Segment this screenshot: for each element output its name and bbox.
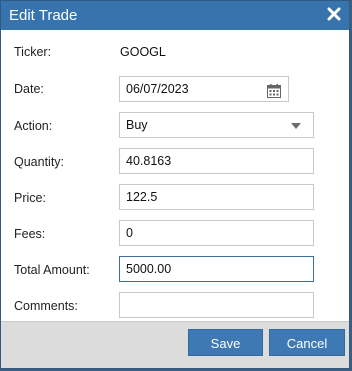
chevron-down-icon xyxy=(291,123,301,129)
total-amount-label: Total Amount: xyxy=(14,263,90,277)
fees-label: Fees: xyxy=(14,227,46,241)
comments-input[interactable] xyxy=(119,292,314,318)
ticker-value: GOOGL xyxy=(120,45,166,59)
price-value: 122.5 xyxy=(126,190,158,204)
save-button[interactable]: Save xyxy=(188,329,263,356)
edit-trade-dialog: Edit Trade Ticker: GOOGL Date: 06/07/202… xyxy=(0,0,350,369)
ticker-label: Ticker: xyxy=(14,45,52,59)
action-value: Buy xyxy=(126,118,148,132)
date-field[interactable]: 06/07/2023 xyxy=(119,76,289,102)
quantity-value: 40.8163 xyxy=(126,154,172,168)
close-icon[interactable] xyxy=(326,6,342,22)
fees-value: 0 xyxy=(126,226,133,240)
dialog-footer: Save Cancel xyxy=(1,321,349,368)
quantity-input[interactable]: 40.8163 xyxy=(119,148,314,174)
action-label: Action: xyxy=(14,119,53,133)
fees-input[interactable]: 0 xyxy=(119,220,314,246)
action-select[interactable]: Buy xyxy=(119,112,314,138)
cancel-button[interactable]: Cancel xyxy=(269,329,345,356)
quantity-label: Quantity: xyxy=(14,155,65,169)
date-label: Date: xyxy=(14,82,44,96)
dialog-title: Edit Trade xyxy=(9,7,78,24)
comments-label: Comments: xyxy=(14,299,78,313)
calendar-icon[interactable] xyxy=(267,82,281,98)
total-amount-input[interactable]: 5000.00 xyxy=(119,256,314,282)
price-input[interactable]: 122.5 xyxy=(119,184,314,210)
total-amount-value: 5000.00 xyxy=(126,262,172,276)
date-value: 06/07/2023 xyxy=(126,82,189,96)
dialog-titlebar: Edit Trade xyxy=(1,1,349,30)
price-label: Price: xyxy=(14,191,46,205)
